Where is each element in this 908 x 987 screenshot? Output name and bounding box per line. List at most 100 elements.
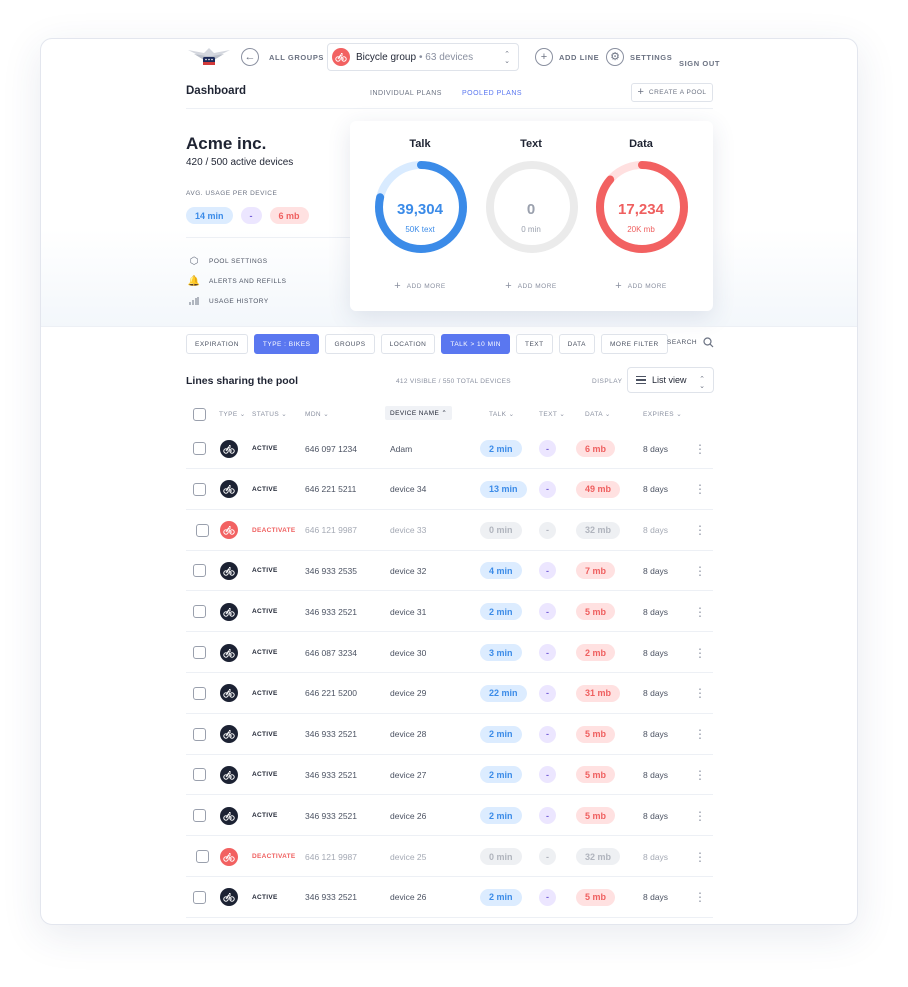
add-more-text-button[interactable]: + ADD MORE	[476, 281, 586, 292]
text-pill: -	[539, 888, 556, 906]
col-status[interactable]: STATUS ⌄	[252, 410, 287, 418]
table-row[interactable]: ACTIVE 346 933 2521 device 31 2 min - 5 mb 8 d…	[186, 591, 713, 633]
table-row[interactable]: ACTIVE 346 933 2521 device 27 2 min - 5 mb 8 d…	[186, 754, 713, 796]
row-checkbox[interactable]	[193, 564, 206, 578]
talk-pill: 2 min	[480, 766, 522, 784]
type-cell	[220, 714, 238, 755]
filter-expiration[interactable]: EXPIRATION	[186, 334, 248, 354]
more-vertical-icon[interactable]: ⋮	[694, 687, 706, 699]
row-actions: ⋮	[694, 510, 706, 551]
more-vertical-icon[interactable]: ⋮	[694, 606, 706, 618]
more-vertical-icon[interactable]: ⋮	[694, 647, 706, 659]
row-checkbox[interactable]	[196, 850, 209, 863]
row-checkbox[interactable]	[193, 727, 206, 741]
mdn-cell: 646 097 1234	[305, 428, 357, 469]
settings-button[interactable]: ⚙ SETTINGS	[606, 48, 672, 66]
alerts-refills-link[interactable]: 🔔 ALERTS AND REFILLS	[188, 275, 287, 287]
text-cell: -	[539, 673, 556, 714]
more-vertical-icon[interactable]: ⋮	[694, 851, 706, 863]
table-row[interactable]: DEACTIVATE 646 121 9987 device 25 0 min - 32 …	[186, 836, 713, 877]
expires-cell: 8 days	[643, 469, 668, 510]
col-device-name[interactable]: DEVICE NAME ⌃	[385, 406, 453, 420]
more-vertical-icon[interactable]: ⋮	[694, 769, 706, 781]
col-expires-label: EXPIRES	[643, 411, 674, 418]
avg-text-pill: -	[240, 207, 262, 224]
view-select[interactable]: List view ⌃ ⌄	[627, 367, 714, 393]
col-expires[interactable]: EXPIRES ⌄	[643, 410, 682, 418]
mdn-cell: 646 087 3234	[305, 632, 357, 673]
row-checkbox[interactable]	[193, 605, 206, 619]
row-checkbox[interactable]	[193, 686, 206, 700]
table-row[interactable]: ACTIVE 646 087 3234 device 30 3 min - 2 mb 8 d…	[186, 632, 713, 673]
col-text-label: TEXT	[539, 411, 558, 418]
table-row[interactable]: ACTIVE 346 933 2521 device 26 2 min - 5 mb 8 d…	[186, 795, 713, 837]
expires: 8 days	[643, 525, 669, 536]
talk-pill: 3 min	[480, 644, 522, 661]
filter-location[interactable]: LOCATION	[380, 334, 436, 354]
row-checkbox[interactable]	[193, 809, 206, 823]
status-cell: ACTIVE	[252, 754, 278, 795]
more-vertical-icon[interactable]: ⋮	[694, 728, 706, 740]
filter-more[interactable]: MORE FILTER	[601, 334, 668, 354]
tab-pooled-plans[interactable]: POOLED PLANS	[462, 90, 522, 97]
table-row[interactable]: DEACTIVATE 646 121 9987 device 33 0 min - 32 …	[186, 510, 713, 551]
sub-header: Dashboard INDIVIDUAL PLANS POOLED PLANS	[41, 75, 857, 109]
filter-talk[interactable]: TALK > 10 MIN	[441, 334, 510, 354]
table-row[interactable]: ACTIVE 346 933 2521 device 26 2 min - 5 mb 8 d…	[186, 877, 713, 918]
row-actions: ⋮	[694, 591, 706, 632]
more-vertical-icon[interactable]: ⋮	[694, 891, 706, 903]
pool-settings-link[interactable]: ⬡ POOL SETTINGS	[188, 255, 268, 267]
filter-data[interactable]: DATA	[558, 334, 595, 354]
add-more-data-button[interactable]: + ADD MORE	[586, 281, 696, 292]
table-row[interactable]: ACTIVE 646 221 5211 device 34 13 min - 49 mb 8…	[186, 469, 713, 510]
create-pool-button[interactable]: + CREATE A POOL	[631, 83, 713, 102]
col-talk[interactable]: TALK ⌄	[489, 410, 514, 418]
col-data-label: DATA	[585, 411, 603, 418]
more-vertical-icon[interactable]: ⋮	[694, 443, 706, 455]
all-groups-button[interactable]: ← ALL GROUPS	[241, 48, 324, 66]
bicycle-icon	[220, 439, 238, 458]
text-pill: -	[539, 766, 556, 784]
row-checkbox[interactable]	[193, 890, 206, 904]
table-row[interactable]: ACTIVE 346 933 2535 device 32 4 min - 7 mb 8 d…	[186, 550, 713, 592]
row-checkbox[interactable]	[193, 482, 206, 496]
group-select[interactable]: Bicycle group • 63 devices ⌃ ⌄	[327, 43, 519, 71]
add-more-talk-button[interactable]: + ADD MORE	[365, 281, 475, 292]
text-pill: -	[539, 848, 556, 865]
status-badge: DEACTIVATE	[252, 526, 296, 534]
row-checkbox[interactable]	[193, 768, 206, 782]
row-checkbox[interactable]	[196, 523, 209, 537]
eagle-logo-icon[interactable]	[186, 44, 232, 70]
select-all-checkbox[interactable]	[193, 408, 206, 421]
table-row[interactable]: ACTIVE 646 221 5200 device 29 22 min - 31 mb 8…	[186, 673, 713, 714]
more-vertical-icon[interactable]: ⋮	[694, 565, 706, 577]
device-name: device 33	[390, 525, 427, 536]
table-row[interactable]: ACTIVE 346 933 2521 device 28 2 min - 5 mb 8 d…	[186, 714, 713, 755]
talk-cell: 22 min	[480, 673, 527, 714]
bell-icon: 🔔	[187, 275, 201, 287]
col-data[interactable]: DATA ⌄	[585, 410, 611, 418]
more-vertical-icon[interactable]: ⋮	[694, 810, 706, 822]
search-button[interactable]: SEARCH	[667, 337, 714, 348]
usage-history-link[interactable]: USAGE HISTORY	[188, 295, 269, 307]
plus-icon: +	[637, 86, 644, 98]
filter-groups[interactable]: GROUPS	[325, 334, 375, 354]
status-badge: DEACTIVATE	[252, 853, 296, 860]
more-vertical-icon[interactable]: ⋮	[694, 483, 706, 495]
more-vertical-icon[interactable]: ⋮	[694, 524, 706, 536]
filter-type-bikes[interactable]: TYPE : BIKES	[253, 334, 320, 354]
col-text[interactable]: TEXT ⌄	[539, 410, 565, 418]
status-badge: ACTIVE	[252, 649, 278, 656]
add-line-button[interactable]: + ADD LINE	[535, 48, 599, 66]
mdn: 646 221 5211	[305, 484, 357, 495]
col-mdn[interactable]: MDN ⌄	[305, 410, 329, 418]
col-talk-label: TALK	[489, 411, 507, 418]
row-checkbox[interactable]	[193, 442, 206, 455]
filter-text[interactable]: TEXT	[516, 334, 553, 354]
table-row[interactable]: ACTIVE 646 097 1234 Adam 2 min - 6 mb 8 days ⋮	[186, 428, 713, 469]
sign-out-link[interactable]: SIGN OUT	[679, 53, 720, 71]
filter-bar: EXPIRATION TYPE : BIKES GROUPS LOCATION …	[186, 334, 668, 354]
tab-individual-plans[interactable]: INDIVIDUAL PLANS	[370, 90, 442, 97]
row-checkbox[interactable]	[193, 646, 206, 659]
col-type[interactable]: TYPE ⌄	[219, 410, 246, 418]
